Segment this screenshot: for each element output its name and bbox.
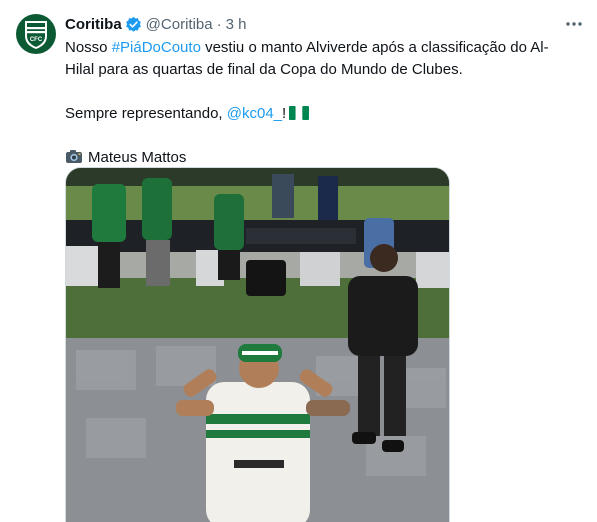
more-icon <box>566 22 582 26</box>
avatar[interactable]: CFC <box>16 14 56 54</box>
camera-icon <box>66 150 82 163</box>
player-photo <box>66 168 449 522</box>
text-segment: Sempre representando, <box>65 105 227 122</box>
tweet-header: Coritiba @Coritiba · 3 h <box>65 14 246 34</box>
tweet-line-1: Nosso #PiáDoCouto vestiu o manto Alviver… <box>65 37 585 59</box>
text-segment: ! <box>282 105 287 122</box>
display-name[interactable]: Coritiba <box>65 16 122 33</box>
coritiba-crest-icon: CFC <box>25 21 47 49</box>
verified-badge-icon <box>125 16 141 32</box>
text-segment: vestiu o manto Alviverde após a classifi… <box>200 39 549 56</box>
tweet[interactable]: CFC Coritiba @Coritiba · 3 h Nosso #PiáD… <box>0 0 597 522</box>
text-segment: Nosso <box>65 39 112 56</box>
credit-name: Mateus Mattos <box>88 149 187 166</box>
mention-link[interactable]: @kc04_ <box>227 105 282 122</box>
tweet-photo[interactable] <box>65 167 450 522</box>
photo-credit: Mateus Mattos <box>65 147 585 169</box>
tweet-line-3: Sempre representando, @kc04_! <box>65 103 585 125</box>
svg-text:CFC: CFC <box>30 37 43 43</box>
nigeria-flag-icon <box>289 106 310 120</box>
timestamp[interactable]: 3 h <box>226 16 247 33</box>
tweet-line-2: Hilal para as quartas de final da Copa d… <box>65 61 463 78</box>
hashtag-link[interactable]: #PiáDoCouto <box>112 39 201 56</box>
handle[interactable]: @Coritiba <box>146 16 213 33</box>
separator-dot: · <box>216 15 222 33</box>
more-options-button[interactable] <box>562 14 586 34</box>
tweet-text: Nosso #PiáDoCouto vestiu o manto Alviver… <box>65 37 585 169</box>
